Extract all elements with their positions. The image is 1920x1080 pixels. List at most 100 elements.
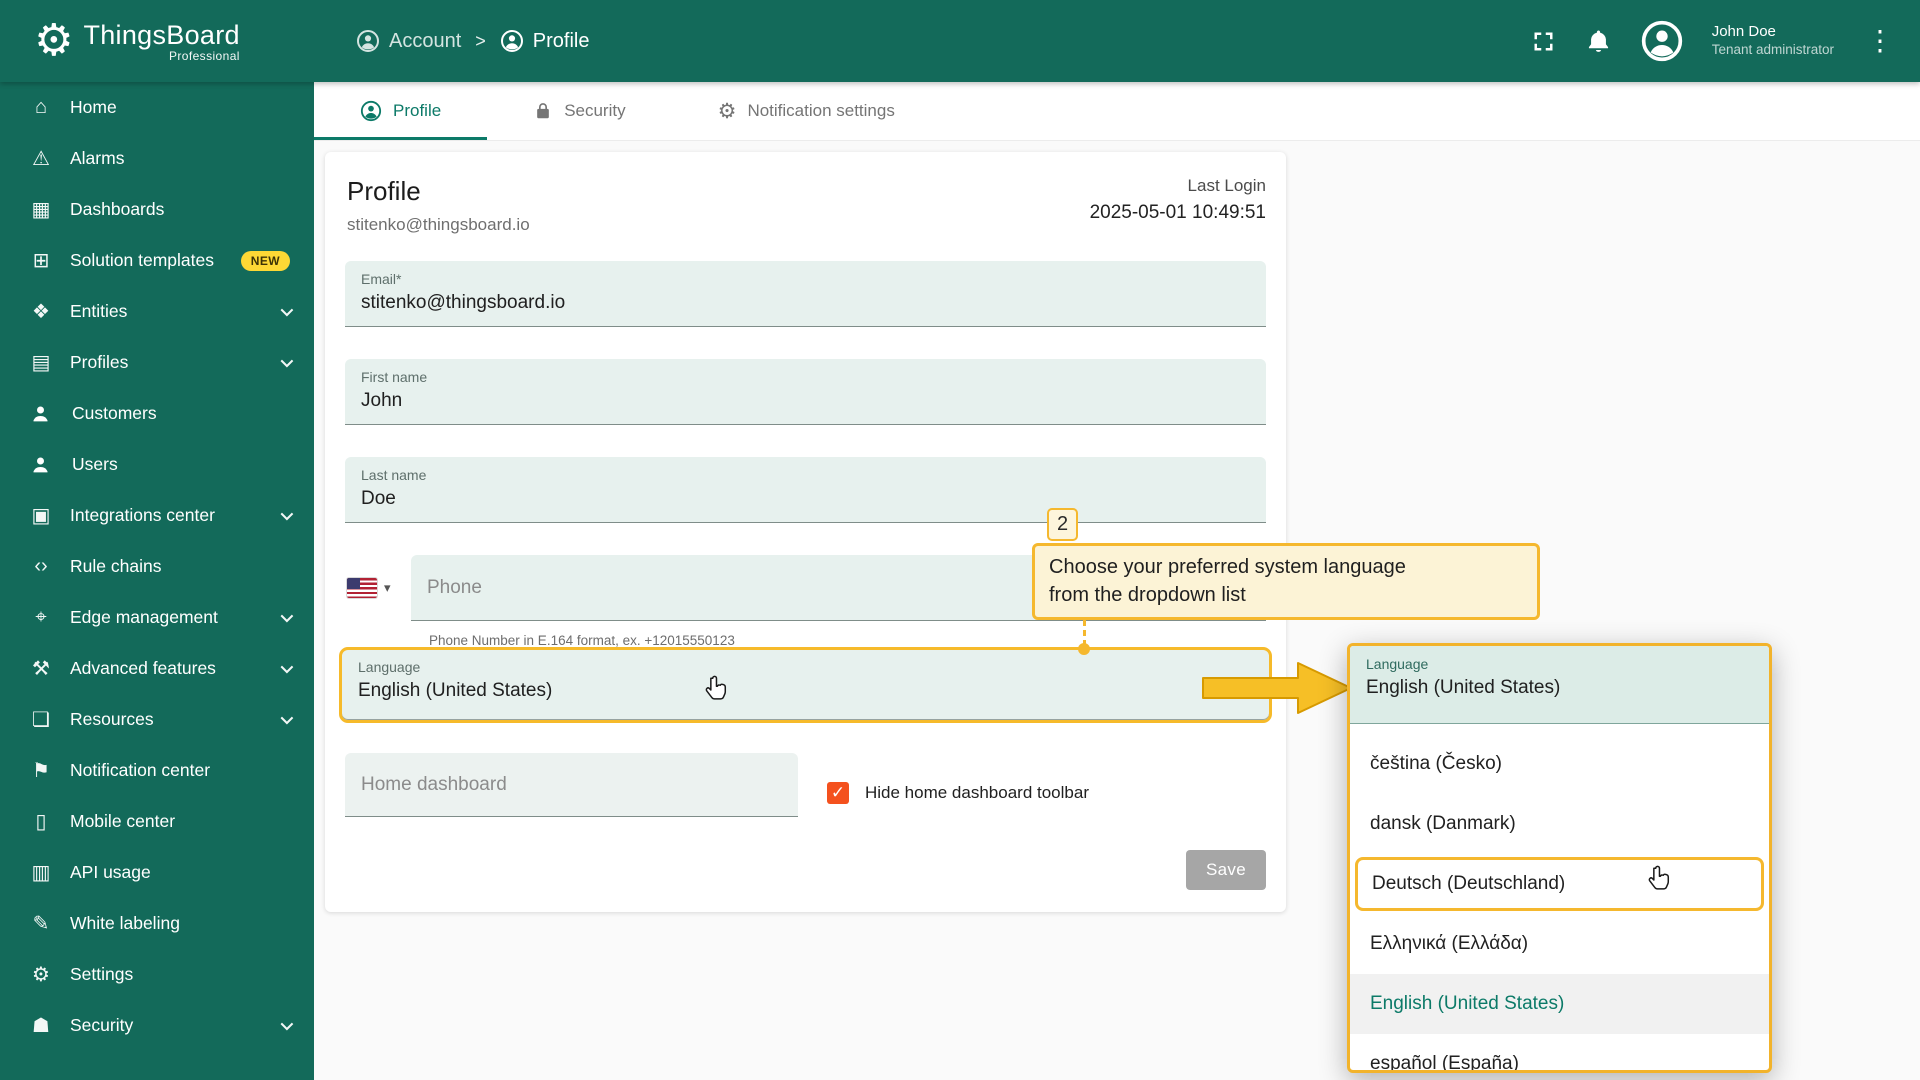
dropdown-language-value: English (United States) <box>1366 677 1561 698</box>
home-icon: ⌂ <box>34 96 48 118</box>
hide-toolbar-checkbox[interactable]: ✓ <box>827 782 849 804</box>
last-login-label: Last Login <box>1187 176 1266 195</box>
main-content: Profile Security ⚙ Notification settings… <box>314 82 1920 1080</box>
tab-security[interactable]: Security <box>487 82 671 140</box>
breadcrumb: Account > Profile <box>356 29 589 53</box>
dashboards-icon: ▦ <box>31 199 51 221</box>
edge-management-icon: ⌖ <box>35 606 47 628</box>
brand-subtitle: Professional <box>169 48 240 63</box>
checkmark-icon: ✓ <box>830 783 846 802</box>
advanced-features-icon: ⚒ <box>32 658 50 680</box>
sidebar-item-home[interactable]: ⌂ Home <box>0 82 314 133</box>
home-dashboard-placeholder: Home dashboard <box>361 773 507 795</box>
mobile-center-icon: ▯ <box>35 811 47 833</box>
fullscreen-icon[interactable] <box>1530 28 1557 55</box>
save-button[interactable]: Save <box>1186 850 1266 890</box>
breadcrumb-separator: > <box>475 30 486 51</box>
top-header: ⚙ ThingsBoard Professional Account > Pro… <box>0 0 1920 82</box>
thingsboard-logo-icon: ⚙ <box>34 16 74 65</box>
sidebar-item-settings[interactable]: ⚙ Settings <box>0 949 314 1000</box>
profiles-icon: ▤ <box>31 352 51 374</box>
account-person-icon <box>356 29 380 53</box>
sidebar-item-rule-chains[interactable]: ‹› Rule chains <box>0 541 314 592</box>
sidebar: ⌂ Home ⚠ Alarms ▦ Dashboards ⊞ Solution … <box>0 82 314 1080</box>
brand-name: ThingsBoard <box>83 19 240 50</box>
option-english-us[interactable]: English (United States) <box>1350 974 1769 1034</box>
sidebar-item-dashboards[interactable]: ▦ Dashboards <box>0 184 314 235</box>
first-name-value: John <box>361 390 403 411</box>
first-name-field[interactable]: First name John <box>345 359 1266 425</box>
sidebar-item-solution-templates[interactable]: ⊞ Solution templates NEW <box>0 235 314 286</box>
sidebar-item-profiles[interactable]: ▤ Profiles <box>0 337 314 388</box>
home-dashboard-field[interactable]: Home dashboard <box>345 753 798 817</box>
sidebar-item-security[interactable]: ☗ Security <box>0 1000 314 1051</box>
email-label: Email* <box>361 271 402 287</box>
more-menu-icon[interactable]: ⋮ <box>1862 27 1898 55</box>
avatar[interactable] <box>1640 19 1684 63</box>
breadcrumb-account[interactable]: Account <box>356 29 461 53</box>
settings-icon: ⚙ <box>32 964 50 986</box>
sidebar-item-resources[interactable]: ❏ Resources <box>0 694 314 745</box>
hide-toolbar-label: Hide home dashboard toolbar <box>865 783 1089 802</box>
notifications-bell-icon[interactable] <box>1585 28 1612 55</box>
sidebar-item-edge-management[interactable]: ⌖ Edge management <box>0 592 314 643</box>
sidebar-item-mobile-center[interactable]: ▯ Mobile center <box>0 796 314 847</box>
us-flag-icon <box>347 578 377 598</box>
breadcrumb-profile[interactable]: Profile <box>500 29 589 53</box>
option-dansk[interactable]: dansk (Danmark) <box>1350 794 1769 854</box>
annotation-arrow <box>1202 662 1352 714</box>
option-espanol[interactable]: español (España) <box>1350 1034 1769 1070</box>
sidebar-item-white-labeling[interactable]: ✎ White labeling <box>0 898 314 949</box>
phone-helper-text: Phone Number in E.164 format, ex. +12015… <box>429 633 735 648</box>
tab-profile[interactable]: Profile <box>314 82 488 140</box>
customers-icon <box>30 403 51 424</box>
option-cestina[interactable]: čeština (Česko) <box>1350 734 1769 794</box>
notification-settings-gear-icon: ⚙ <box>717 99 737 123</box>
last-name-field[interactable]: Last name Doe <box>345 457 1266 523</box>
profile-tab-person-icon <box>360 100 382 122</box>
resources-icon: ❏ <box>32 709 50 731</box>
email-value: stitenko@thingsboard.io <box>361 292 566 313</box>
page-title: Profile <box>347 176 421 206</box>
chevron-down-icon <box>280 660 294 674</box>
security-tab-lock-icon <box>533 101 553 121</box>
app-root: ⚙ ThingsBoard Professional Account > Pro… <box>0 0 1920 1080</box>
sidebar-item-notification-center[interactable]: ⚑ Notification center <box>0 745 314 796</box>
sidebar-item-advanced-features[interactable]: ⚒ Advanced features <box>0 643 314 694</box>
chevron-down-icon <box>280 1017 294 1031</box>
pointer-cursor-icon <box>701 674 731 704</box>
sidebar-item-users[interactable]: Users <box>0 439 314 490</box>
language-value: English (United States) <box>358 680 553 701</box>
option-greek[interactable]: Ελληνικά (Ελλάδα) <box>1350 914 1769 974</box>
dropdown-language-field[interactable]: Language English (United States) <box>1350 646 1769 724</box>
sidebar-item-integrations-center[interactable]: ▣ Integrations center <box>0 490 314 541</box>
hide-toolbar-checkbox-row[interactable]: ✓ Hide home dashboard toolbar <box>827 782 1089 804</box>
phone-country-selector[interactable]: ▾ <box>347 555 391 621</box>
sidebar-item-customers[interactable]: Customers <box>0 388 314 439</box>
chevron-down-icon <box>280 609 294 623</box>
sidebar-item-alarms[interactable]: ⚠ Alarms <box>0 133 314 184</box>
tab-notification-settings[interactable]: ⚙ Notification settings <box>672 82 941 140</box>
user-role: Tenant administrator <box>1711 41 1834 57</box>
brand-logo[interactable]: ⚙ ThingsBoard Professional <box>0 19 314 63</box>
last-name-label: Last name <box>361 467 427 483</box>
profile-person-icon <box>500 29 524 53</box>
sidebar-item-entities[interactable]: ❖ Entities <box>0 286 314 337</box>
entities-icon: ❖ <box>32 301 50 323</box>
option-deutsch[interactable]: Deutsch (Deutschland) <box>1355 857 1764 911</box>
user-info: John Doe Tenant administrator <box>1712 23 1834 59</box>
email-field[interactable]: Email* stitenko@thingsboard.io <box>345 261 1266 327</box>
language-dropdown: Language English (United States) čeština… <box>1347 643 1772 1073</box>
last-name-value: Doe <box>361 488 396 509</box>
phone-placeholder: Phone <box>427 576 482 598</box>
language-field[interactable]: Language English (United States) <box>339 647 1272 723</box>
language-label: Language <box>358 659 421 675</box>
step-number-badge: 2 <box>1047 508 1078 541</box>
last-login-value: 2025-05-01 10:49:51 <box>1089 202 1266 223</box>
security-shield-icon: ☗ <box>32 1015 50 1037</box>
alarms-icon: ⚠ <box>32 148 50 170</box>
flag-caret-icon: ▾ <box>384 580 391 595</box>
dropdown-options-list: čeština (Česko) dansk (Danmark) Deutsch … <box>1350 724 1769 1070</box>
sidebar-item-api-usage[interactable]: ▥ API usage <box>0 847 314 898</box>
chevron-down-icon <box>280 711 294 725</box>
